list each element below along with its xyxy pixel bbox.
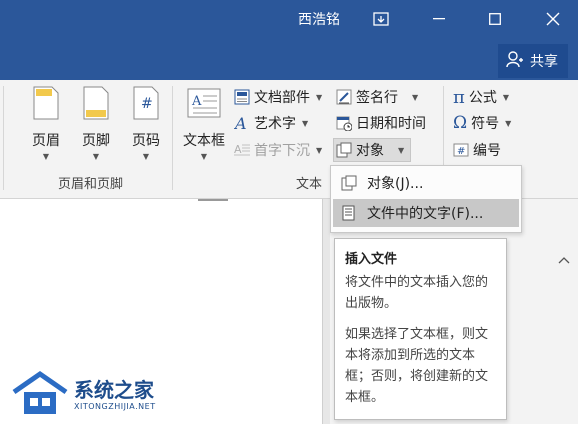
menu-item-object[interactable]: 对象(J)... xyxy=(333,169,519,197)
quick-parts-label: 文档部件 xyxy=(254,90,310,106)
chevron-down-icon: ▼ xyxy=(302,118,309,128)
divider xyxy=(172,86,173,190)
signature-line-label: 签名行 xyxy=(356,90,398,106)
header-footer-group-label: 页眉和页脚 xyxy=(58,177,124,192)
object-label: 对象 xyxy=(356,143,384,159)
footer-button[interactable]: 页脚 ▼ xyxy=(74,86,118,166)
drop-cap-label: 首字下沉 xyxy=(254,143,310,159)
watermark-text: 系统之家 xyxy=(74,378,154,402)
pi-icon: π xyxy=(453,86,465,108)
wordart-button[interactable]: A 艺术字 ▼ xyxy=(234,112,308,134)
svg-text:A: A xyxy=(234,143,242,156)
chevron-down-icon: ▼ xyxy=(92,152,100,161)
header-label: 页眉 xyxy=(32,133,60,149)
object-dropdown-menu: 对象(J)... 文件中的文字(F)... xyxy=(330,165,522,233)
share-button[interactable]: 共享 xyxy=(498,44,568,78)
minimize-icon[interactable] xyxy=(424,6,454,32)
menu-item-text-from-file[interactable]: 文件中的文字(F)... xyxy=(333,199,519,227)
wordart-label: 艺术字 xyxy=(254,116,296,132)
chevron-down-icon: ▼ xyxy=(142,152,150,161)
footer-label: 页脚 xyxy=(82,133,110,149)
tooltip-description: 将文件中的文本插入您的出版物。 xyxy=(345,275,489,311)
text-box-button[interactable]: A 文本框 ▼ xyxy=(180,86,228,166)
svg-text:A: A xyxy=(191,94,202,109)
omega-icon: Ω xyxy=(453,113,468,133)
equation-label: 公式 xyxy=(468,90,497,106)
page-margin-mark xyxy=(198,199,228,201)
title-bar: 西浩铭 共享 xyxy=(0,0,578,80)
tooltip-description-detail: 如果选择了文本框，则文本将添加到所选的文本框；否则，将创建新的文本框。 xyxy=(345,327,489,405)
text-box-label: 文本框 xyxy=(183,133,225,149)
chevron-down-icon: ▼ xyxy=(502,92,509,102)
watermark-subtext: XITONGZHIJIA.NET xyxy=(74,402,156,411)
number-button[interactable]: # 编号 xyxy=(453,139,501,161)
date-time-button[interactable]: 日期和时间 xyxy=(336,112,426,134)
chevron-down-icon: ▼ xyxy=(398,145,405,155)
chevron-down-icon: ▼ xyxy=(316,92,323,102)
number-label: 编号 xyxy=(473,143,501,159)
drop-cap-button[interactable]: A 首字下沉 ▼ xyxy=(234,139,322,161)
quick-parts-button[interactable]: 文档部件 ▼ xyxy=(234,86,322,108)
menu-item-label: 对象(J)... xyxy=(367,176,424,192)
tooltip-title: 插入文件 xyxy=(345,252,398,267)
svg-text:A: A xyxy=(234,115,247,131)
signature-line-icon xyxy=(336,89,352,105)
collapse-ribbon-icon[interactable] xyxy=(558,256,570,267)
text-box-icon: A xyxy=(187,88,221,118)
calendar-clock-icon xyxy=(336,116,352,131)
wordart-icon: A xyxy=(234,115,247,131)
chevron-down-icon: ▼ xyxy=(412,92,419,102)
tooltip: 插入文件 将文件中的文本插入您的出版物。 如果选择了文本框，则文本将添加到所选的… xyxy=(334,238,507,420)
symbol-button[interactable]: Ω 符号 ▼ xyxy=(453,112,511,134)
user-name[interactable]: 西浩铭 xyxy=(298,9,340,29)
watermark-logo: 系统之家 XITONGZHIJIA.NET xyxy=(10,370,170,420)
drop-cap-icon: A xyxy=(234,143,250,156)
share-label: 共享 xyxy=(530,54,558,70)
page-number-button[interactable]: # 页码 ▼ xyxy=(124,86,168,166)
divider xyxy=(3,86,4,190)
document-icon xyxy=(342,205,355,221)
close-icon[interactable] xyxy=(538,6,568,32)
header-icon xyxy=(33,86,59,120)
ribbon-display-options-icon[interactable] xyxy=(366,6,396,32)
menu-item-label: 文件中的文字(F)... xyxy=(367,206,484,222)
symbol-label: 符号 xyxy=(471,116,500,132)
object-button[interactable]: 对象 ▼ xyxy=(333,138,412,162)
object-icon xyxy=(341,175,357,191)
chevron-down-icon: ▼ xyxy=(316,145,323,155)
equation-button[interactable]: π 公式 ▼ xyxy=(453,86,509,108)
chevron-down-icon: ▼ xyxy=(200,152,208,161)
quick-parts-icon xyxy=(234,89,250,105)
hash-icon: # xyxy=(453,143,469,157)
house-logo-icon xyxy=(12,370,68,414)
person-icon xyxy=(506,50,524,72)
text-group-label: 文本 xyxy=(296,177,323,192)
object-icon xyxy=(336,142,352,158)
date-time-label: 日期和时间 xyxy=(356,116,426,132)
maximize-icon[interactable] xyxy=(480,6,510,32)
page-number-icon: # xyxy=(133,86,159,120)
page-number-label: 页码 xyxy=(132,133,160,149)
signature-line-button[interactable]: 签名行 ▼ xyxy=(336,86,418,108)
svg-text:#: # xyxy=(457,146,465,157)
svg-text:#: # xyxy=(141,96,153,112)
header-button[interactable]: 页眉 ▼ xyxy=(24,86,68,166)
footer-icon xyxy=(83,86,109,120)
chevron-down-icon: ▼ xyxy=(42,152,50,161)
chevron-down-icon: ▼ xyxy=(505,118,512,128)
